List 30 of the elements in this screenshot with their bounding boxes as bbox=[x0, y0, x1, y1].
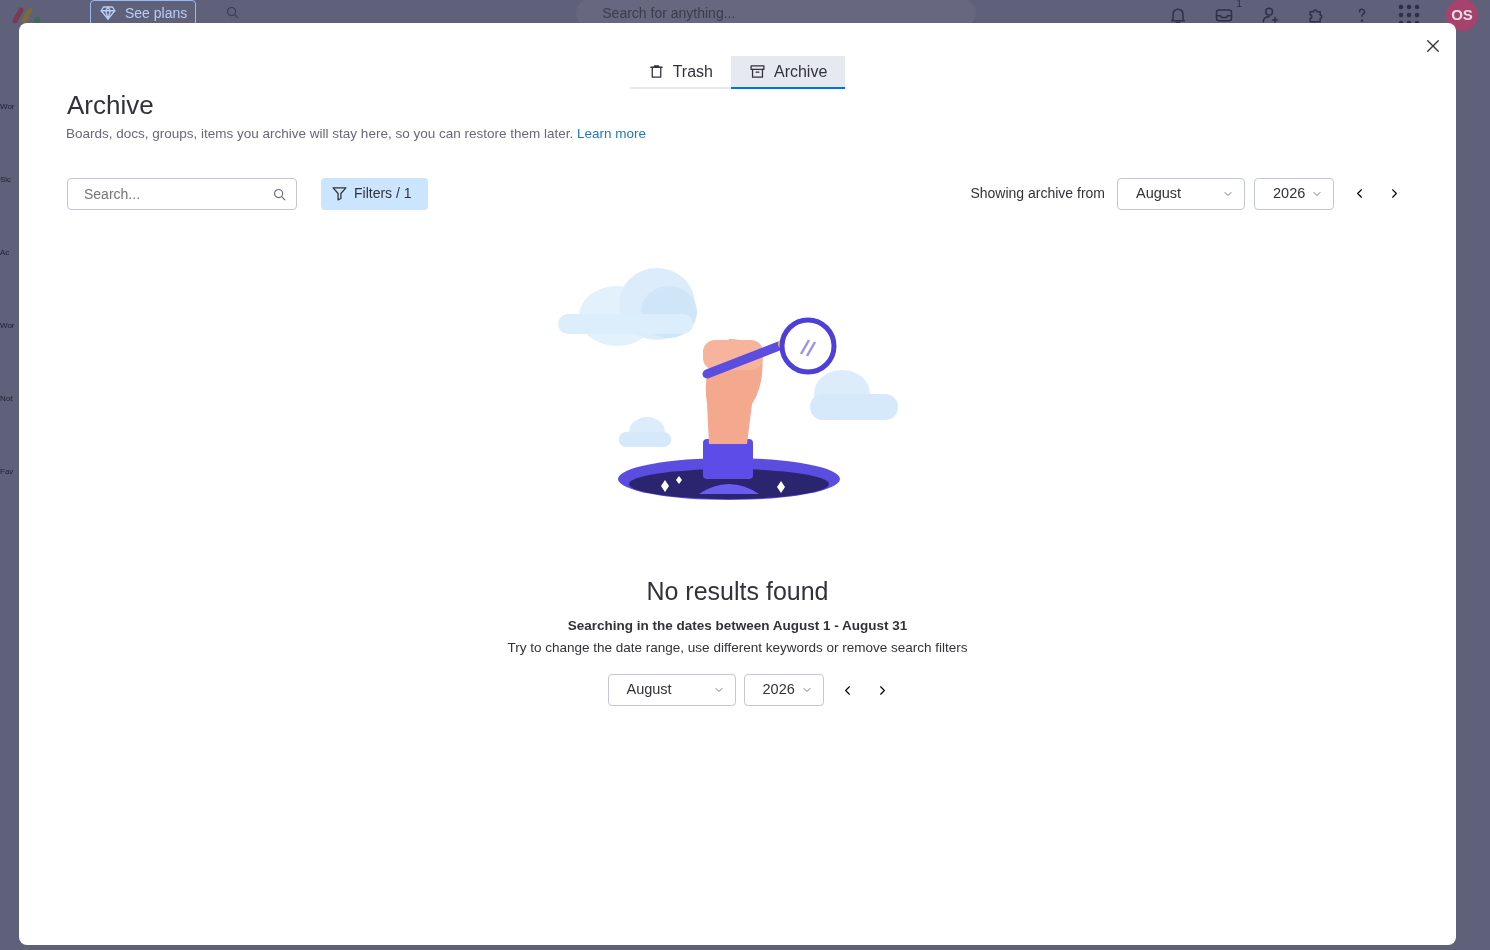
sidebar-label: Sic bbox=[0, 174, 13, 186]
sidebar-label: Ac bbox=[0, 247, 11, 259]
filter-icon bbox=[331, 185, 348, 203]
learn-more-link[interactable]: Learn more bbox=[577, 125, 647, 141]
invite-person-icon[interactable] bbox=[1260, 5, 1280, 25]
empty-state-hint: Try to change the date range, use different keywords or remove search filters bbox=[507, 639, 968, 658]
close-icon[interactable] bbox=[1424, 37, 1442, 55]
month-dropdown[interactable]: August bbox=[607, 674, 736, 707]
sidebar-label: Fav bbox=[0, 466, 15, 478]
diamond-icon bbox=[99, 4, 117, 22]
showing-label: Showing archive from bbox=[970, 184, 1105, 204]
sidebar-label: Wor bbox=[0, 101, 16, 113]
logo-icon bbox=[12, 5, 42, 25]
page-title: Archive bbox=[67, 91, 155, 120]
sidebar-label: Not bbox=[0, 393, 14, 405]
user-avatar[interactable]: OS bbox=[1446, 0, 1478, 31]
filters-button[interactable]: Filters / 1 bbox=[321, 177, 428, 210]
year-dropdown[interactable]: 2026 bbox=[743, 674, 824, 707]
search-field[interactable]: Search... bbox=[67, 177, 297, 210]
sidebar-label: Wor bbox=[0, 320, 16, 332]
month-dropdown[interactable]: August bbox=[1117, 177, 1245, 210]
search-icon bbox=[272, 186, 287, 202]
description-text: Boards, docs, groups, items you archive will stay here, so you can restore them later. Learn more bbox=[66, 124, 648, 143]
search-icon bbox=[225, 5, 241, 20]
empty-state-title: No results found bbox=[646, 575, 829, 606]
year-dropdown[interactable]: 2026 bbox=[1254, 177, 1334, 210]
trash-icon bbox=[647, 63, 665, 80]
tab[interactable]: Archive bbox=[730, 56, 846, 89]
empty-state-subtitle: Searching in the dates between August 1 - August 31 bbox=[567, 616, 908, 635]
archive-icon bbox=[748, 63, 766, 80]
